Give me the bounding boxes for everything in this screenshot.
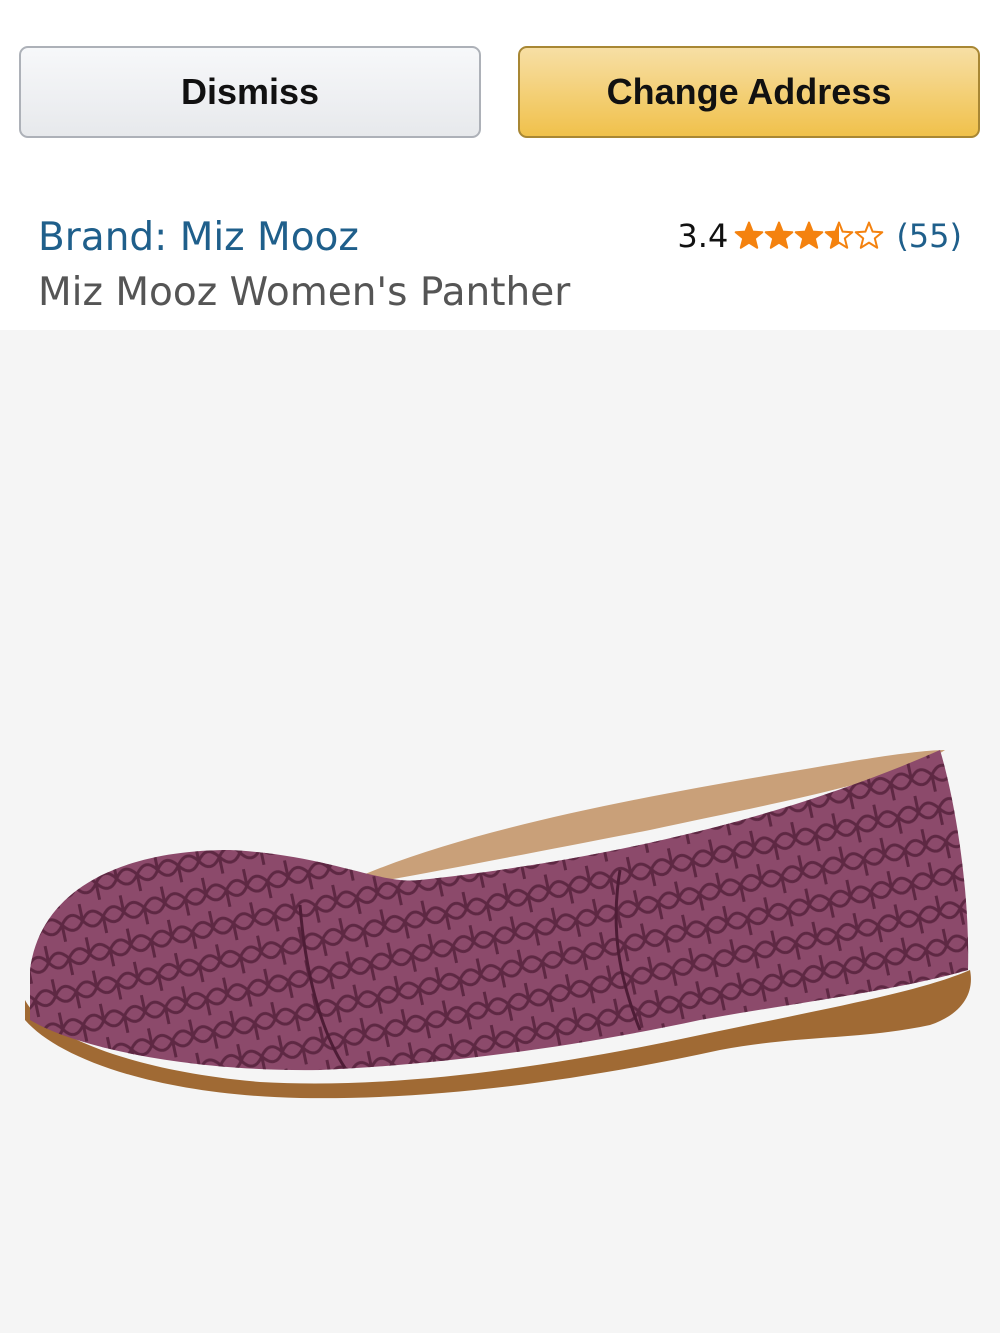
brand-link[interactable]: Brand: Miz Mooz <box>38 215 359 260</box>
product-title: Miz Mooz Women's Panther <box>38 270 571 315</box>
star-icon <box>795 221 824 249</box>
star-icon <box>825 221 854 249</box>
star-icon <box>765 221 794 249</box>
rating-value: 3.4 <box>677 217 729 255</box>
change-address-button-label: Change Address <box>606 71 892 112</box>
rating-summary[interactable]: 3.4 (55) <box>677 214 962 258</box>
star-icon <box>855 221 884 249</box>
shoe-image <box>25 750 971 1099</box>
star-icon <box>735 221 764 249</box>
dismiss-button-label: Dismiss <box>180 71 320 112</box>
rating-count: (55) <box>896 217 962 255</box>
star-rating <box>734 221 884 251</box>
change-address-button[interactable]: Change Address <box>518 46 980 138</box>
dismiss-button[interactable]: Dismiss <box>19 46 481 138</box>
product-image-area[interactable] <box>0 330 1000 1333</box>
